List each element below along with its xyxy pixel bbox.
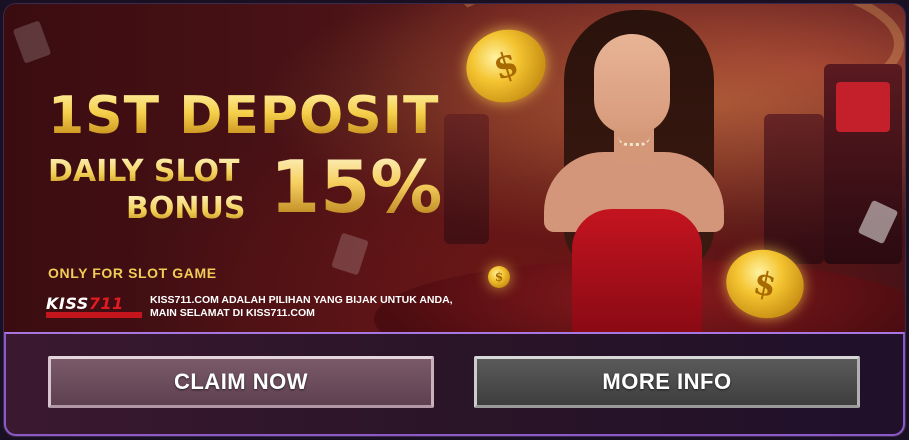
machine-sign xyxy=(836,82,890,132)
playing-card-icon xyxy=(12,20,52,64)
model-necklace xyxy=(618,136,650,146)
promo-banner[interactable]: $ $ $ 1ST DEPOSIT DAILY SLOT BONUS 15% O… xyxy=(4,4,905,379)
logo-part-b: 711 xyxy=(88,294,124,313)
playing-card-icon xyxy=(331,232,369,276)
promo-headline: 1ST DEPOSIT xyxy=(48,86,440,146)
slot-machine xyxy=(444,114,489,244)
logo-bar xyxy=(46,312,142,318)
tagline-line-2: MAIN SELAMAT DI KISS711.COM xyxy=(150,307,315,319)
model-dress xyxy=(572,209,702,332)
action-panel: CLAIM NOW MORE INFO xyxy=(4,332,905,436)
gold-coin-icon: $ xyxy=(488,266,510,288)
claim-now-button[interactable]: CLAIM NOW xyxy=(48,356,434,408)
model-face xyxy=(594,34,670,134)
logo-text: KISS711 xyxy=(46,294,124,313)
promo-tagline: KISS711.COM ADALAH PILIHAN YANG BIJAK UN… xyxy=(150,294,480,320)
promo-subline-1: DAILY SLOT xyxy=(48,154,240,189)
slot-machine xyxy=(764,114,824,264)
promo-subline-2: BONUS xyxy=(126,191,246,226)
promo-condition: ONLY FOR SLOT GAME xyxy=(48,265,217,281)
bonus-percent: 15% xyxy=(270,145,443,229)
tagline-line-1: KISS711.COM ADALAH PILIHAN YANG BIJAK UN… xyxy=(150,294,453,306)
logo-part-a: KISS xyxy=(46,294,89,313)
model-image xyxy=(524,4,754,332)
kiss711-logo: KISS711 xyxy=(46,294,144,320)
more-info-button[interactable]: MORE INFO xyxy=(474,356,860,408)
